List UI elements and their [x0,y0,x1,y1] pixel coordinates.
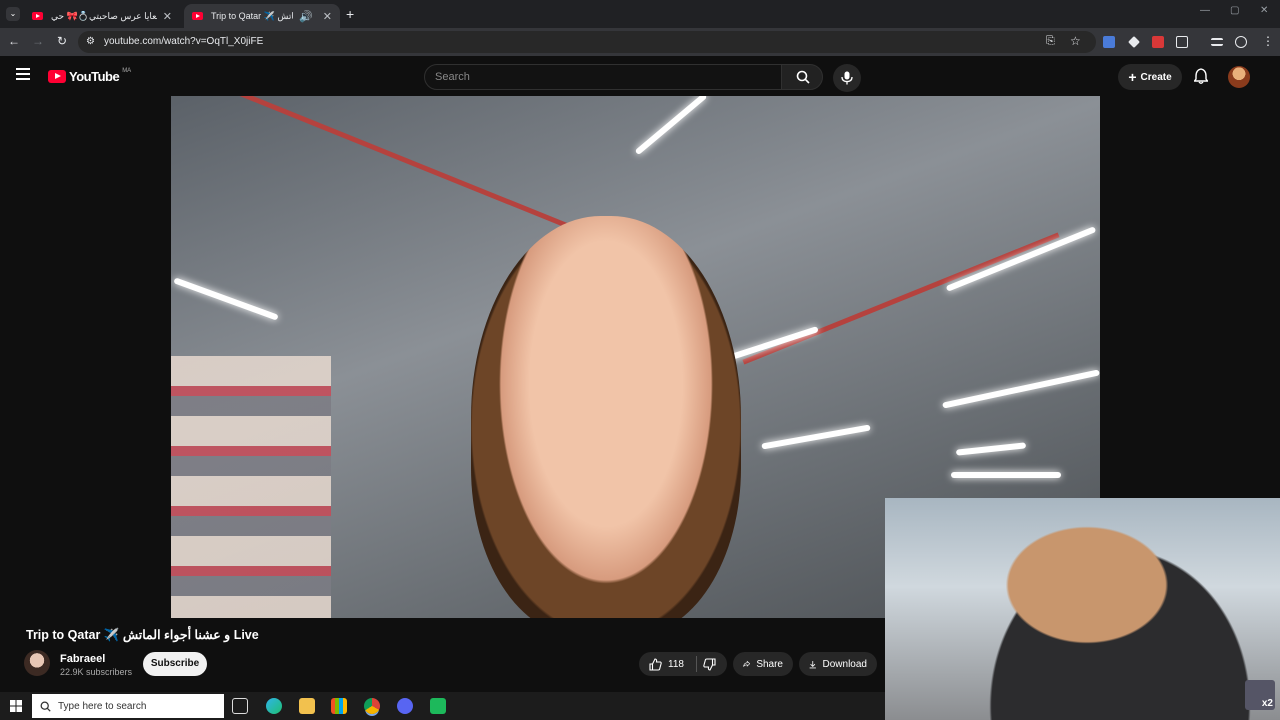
region-code: MA [122,67,132,74]
windows-taskbar: Type here to search [0,692,885,720]
youtube-favicon-icon [192,12,203,20]
share-button[interactable]: Share [733,652,793,676]
ceiling-light [945,226,1097,292]
share-arrow-icon [743,660,751,667]
profile-icon[interactable] [1235,36,1247,48]
download-label: Download [822,658,867,670]
bookmark-star-icon[interactable]: ☆ [1070,34,1081,48]
subscriber-count: 22.9K subscribers [60,667,133,677]
youtube-header: YouTube MA Search + Create [0,56,1280,96]
windows-start-icon[interactable] [10,700,22,712]
microsoft-store-icon[interactable] [331,698,347,714]
chrome-icon[interactable] [364,698,380,714]
discord-icon[interactable] [397,698,413,714]
chrome-menu-icon[interactable]: ⋮ [1262,34,1274,48]
app-green-icon[interactable] [430,698,446,714]
browser-tab-1[interactable]: دوزو معايا عرس صاحبتي💍🎀 حي... ✕ [24,4,180,28]
youtube-logo[interactable]: YouTube MA [48,67,132,84]
ceiling-light [634,96,708,156]
webcam-badge: x2 [1245,680,1275,710]
like-thumb-icon[interactable] [649,657,662,671]
browser-tab-strip: ⌄ دوزو معايا عرس صاحبتي💍🎀 حي... ✕ Trip t… [0,0,1280,28]
voice-search-button[interactable] [833,64,861,92]
search-input[interactable]: Search [424,64,782,90]
search-icon [796,70,810,84]
download-icon [809,660,816,668]
youtube-logo-text: YouTube [69,69,120,84]
diamond-extension-icon[interactable] [1128,36,1140,48]
close-window-icon[interactable]: ✕ [1260,5,1268,16]
close-tab-icon[interactable]: ✕ [323,10,332,23]
browser-tab-2-active[interactable]: Trip to Qatar ✈️ و عشنا أجواء الماتش 🔊 ✕ [184,4,340,28]
search-icon [40,701,51,712]
tab-title: Trip to Qatar ✈️ و عشنا أجواء الماتش [211,10,294,21]
red-extension-icon[interactable] [1152,36,1164,48]
microphone-icon [841,71,853,85]
ceiling-beam [205,96,597,240]
subscribe-button[interactable]: Subscribe [143,652,207,676]
maximize-icon[interactable]: ▢ [1230,5,1239,16]
minimize-icon[interactable]: — [1200,5,1210,16]
mute-tab-icon[interactable]: 🔊 [299,10,313,23]
taskbar-search-placeholder: Type here to search [58,701,147,712]
user-avatar[interactable] [1228,66,1250,88]
back-icon[interactable]: ← [6,34,22,48]
search-button[interactable] [781,64,823,90]
ceiling-light [761,424,871,450]
address-bar[interactable]: ⚙ youtube.com/watch?v=OqTl_X0jiFE ⎘ ☆ [78,31,1096,53]
media-controls-icon[interactable] [1211,38,1223,46]
like-count[interactable]: 118 [668,659,684,670]
browser-toolbar: ← → ↻ ⚙ youtube.com/watch?v=OqTl_X0jiFE … [0,28,1280,56]
share-label: Share [756,658,783,670]
translate-extension-icon[interactable] [1103,36,1115,48]
like-divider [695,656,697,672]
install-app-icon[interactable]: ⎘ [1046,35,1055,48]
badge-text: x2 [1261,698,1273,709]
forward-icon[interactable]: → [30,34,46,48]
search-placeholder: Search [435,71,470,83]
url-text: youtube.com/watch?v=OqTl_X0jiFE [104,36,264,47]
channel-avatar[interactable] [24,650,50,676]
video-person [471,216,741,618]
ceiling-beam [742,232,1060,365]
channel-name[interactable]: Fabraeel [60,653,105,665]
ceiling-light [951,472,1061,478]
taskbar-search-input[interactable]: Type here to search [32,694,224,718]
task-view-icon[interactable] [232,698,248,714]
ceiling-light [173,277,279,321]
site-info-icon[interactable]: ⚙ [86,36,95,47]
youtube-play-logo-icon [48,70,66,83]
plus-icon: + [1128,69,1137,85]
ceiling-light [942,369,1100,409]
tab-search-icon[interactable]: ⌄ [6,7,20,21]
tab-title: دوزو معايا عرس صاحبتي💍🎀 حي... [51,10,157,21]
close-tab-icon[interactable]: ✕ [163,10,172,23]
edge-browser-icon[interactable] [266,698,282,714]
video-title: Trip to Qatar ✈️ و عشنا أجواء الماتش Liv… [26,628,259,642]
streamer-person [955,508,1280,720]
new-tab-button[interactable]: + [346,6,354,22]
download-button[interactable]: Download [799,652,877,676]
youtube-favicon-icon [32,12,43,20]
hamburger-menu-icon[interactable] [16,68,30,80]
store-shelf [171,356,331,618]
dislike-thumb-icon[interactable] [703,657,716,671]
webcam-overlay: x2 [885,498,1280,720]
file-explorer-icon[interactable] [299,698,315,714]
notifications-bell-icon[interactable] [1194,68,1208,84]
create-label: Create [1140,71,1172,83]
ceiling-light [955,442,1027,456]
reload-icon[interactable]: ↻ [54,34,70,48]
extensions-puzzle-icon[interactable] [1176,36,1188,48]
create-button[interactable]: + Create [1118,64,1182,90]
like-dislike-group: 118 [639,652,727,676]
